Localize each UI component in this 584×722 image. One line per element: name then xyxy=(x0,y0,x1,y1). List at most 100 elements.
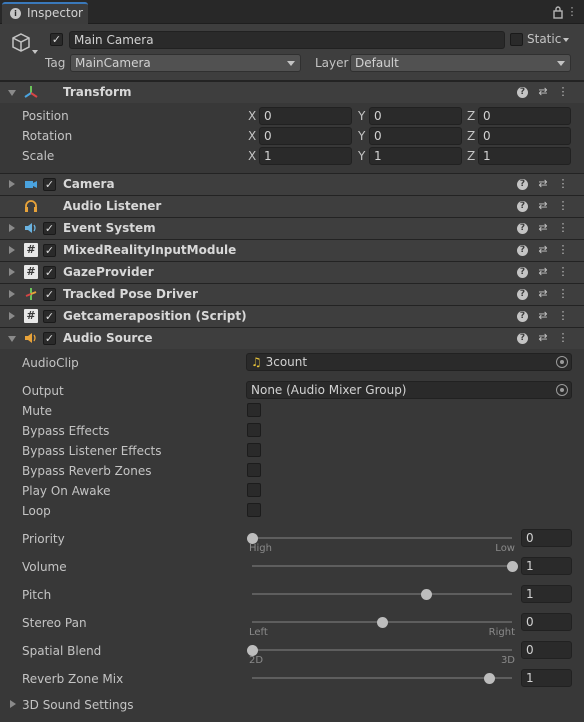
component-enabled-checkbox[interactable]: ✓ xyxy=(43,244,56,257)
priority-value-field[interactable]: 0 xyxy=(521,529,572,547)
foldout-arrow-icon[interactable] xyxy=(9,268,15,276)
axis-x-label[interactable]: X xyxy=(248,109,256,123)
axis-y-label[interactable]: Y xyxy=(358,149,365,163)
gameobject-active-checkbox[interactable]: ✓ xyxy=(50,33,63,46)
position-x-field[interactable]: 0 xyxy=(259,107,352,125)
foldout-arrow-icon[interactable] xyxy=(10,700,16,708)
static-checkbox[interactable] xyxy=(510,33,523,46)
axis-x-label[interactable]: X xyxy=(248,149,256,163)
settings-sliders-icon[interactable]: ⇄ xyxy=(536,331,550,345)
axis-y-label[interactable]: Y xyxy=(358,129,365,143)
component-getcameraposition[interactable]: # ✓ Getcameraposition (Script) ? ⇄ ⋮ xyxy=(0,305,584,327)
foldout-arrow-icon[interactable] xyxy=(8,90,16,96)
volume-slider-track[interactable] xyxy=(252,565,512,567)
more-menu-icon[interactable]: ⋮ xyxy=(556,287,570,301)
output-field[interactable]: None (Audio Mixer Group) xyxy=(246,381,572,399)
stereo-pan-value-field[interactable]: 0 xyxy=(521,613,572,631)
audioclip-field[interactable]: ♫ 3count xyxy=(246,353,572,371)
icon-dropdown-arrow[interactable] xyxy=(32,50,38,54)
component-audio-listener[interactable]: Audio Listener ? ⇄ ⋮ xyxy=(0,195,584,217)
help-icon[interactable]: ? xyxy=(517,333,528,344)
volume-value-field[interactable]: 1 xyxy=(521,557,572,575)
mute-checkbox[interactable] xyxy=(247,403,261,417)
scale-x-field[interactable]: 1 xyxy=(259,147,352,165)
settings-sliders-icon[interactable]: ⇄ xyxy=(536,287,550,301)
stereo-pan-slider-thumb[interactable] xyxy=(377,617,388,628)
bypass-listener-effects-checkbox[interactable] xyxy=(247,443,261,457)
settings-sliders-icon[interactable]: ⇄ xyxy=(536,243,550,257)
transform-header[interactable]: Transform ? ⇄ ⋮ xyxy=(0,81,584,103)
pitch-slider-thumb[interactable] xyxy=(421,589,432,600)
more-menu-icon[interactable]: ⋮ xyxy=(556,243,570,257)
object-picker-icon[interactable] xyxy=(556,356,568,368)
foldout-arrow-icon[interactable] xyxy=(9,180,15,188)
component-enabled-checkbox[interactable]: ✓ xyxy=(43,266,56,279)
position-y-field[interactable]: 0 xyxy=(369,107,462,125)
rotation-x-field[interactable]: 0 xyxy=(259,127,352,145)
reverb-zone-mix-slider-thumb[interactable] xyxy=(484,673,495,684)
more-menu-icon[interactable]: ⋮ xyxy=(556,309,570,323)
position-z-field[interactable]: 0 xyxy=(478,107,571,125)
3d-sound-settings-foldout[interactable]: 3D Sound Settings xyxy=(22,698,134,712)
component-enabled-checkbox[interactable]: ✓ xyxy=(43,288,56,301)
foldout-arrow-icon[interactable] xyxy=(9,224,15,232)
more-menu-icon[interactable]: ⋮ xyxy=(566,5,578,19)
help-icon[interactable]: ? xyxy=(517,267,528,278)
axis-x-label[interactable]: X xyxy=(248,129,256,143)
pitch-value-field[interactable]: 1 xyxy=(521,585,572,603)
axis-z-label[interactable]: Z xyxy=(467,109,475,123)
tab-inspector[interactable]: i Inspector xyxy=(2,2,88,24)
help-icon[interactable]: ? xyxy=(517,245,528,256)
lock-icon[interactable] xyxy=(552,5,564,19)
settings-sliders-icon[interactable]: ⇄ xyxy=(536,85,550,99)
foldout-arrow-icon[interactable] xyxy=(8,336,16,342)
priority-slider-track[interactable] xyxy=(252,537,512,539)
axis-z-label[interactable]: Z xyxy=(467,129,475,143)
component-enabled-checkbox[interactable]: ✓ xyxy=(43,332,56,345)
scale-y-field[interactable]: 1 xyxy=(369,147,462,165)
help-icon[interactable]: ? xyxy=(517,289,528,300)
static-label[interactable]: Static xyxy=(527,32,561,46)
reverb-zone-mix-value-field[interactable]: 1 xyxy=(521,669,572,687)
static-dropdown-arrow[interactable] xyxy=(563,38,569,42)
foldout-arrow-icon[interactable] xyxy=(9,246,15,254)
axis-z-label[interactable]: Z xyxy=(467,149,475,163)
pitch-slider-track[interactable] xyxy=(252,593,512,595)
more-menu-icon[interactable]: ⋮ xyxy=(556,177,570,191)
object-picker-icon[interactable] xyxy=(556,384,568,396)
loop-checkbox[interactable] xyxy=(247,503,261,517)
bypass-effects-checkbox[interactable] xyxy=(247,423,261,437)
gameobject-icon[interactable] xyxy=(10,32,32,54)
component-audio-source[interactable]: ✓ Audio Source ? ⇄ ⋮ xyxy=(0,327,584,349)
more-menu-icon[interactable]: ⋮ xyxy=(556,85,570,99)
component-enabled-checkbox[interactable]: ✓ xyxy=(43,178,56,191)
foldout-arrow-icon[interactable] xyxy=(9,312,15,320)
component-enabled-checkbox[interactable]: ✓ xyxy=(43,310,56,323)
gameobject-name-field[interactable]: Main Camera xyxy=(69,31,505,49)
help-icon[interactable]: ? xyxy=(517,223,528,234)
component-camera[interactable]: ✓ Camera ? ⇄ ⋮ xyxy=(0,173,584,195)
foldout-arrow-icon[interactable] xyxy=(9,290,15,298)
help-icon[interactable]: ? xyxy=(517,311,528,322)
settings-sliders-icon[interactable]: ⇄ xyxy=(536,177,550,191)
help-icon[interactable]: ? xyxy=(517,87,528,98)
scale-z-field[interactable]: 1 xyxy=(478,147,571,165)
component-event-system[interactable]: ✓ Event System ? ⇄ ⋮ xyxy=(0,217,584,239)
spatial-blend-value-field[interactable]: 0 xyxy=(521,641,572,659)
help-icon[interactable]: ? xyxy=(517,179,528,190)
component-mixed-reality-input-module[interactable]: # ✓ MixedRealityInputModule ? ⇄ ⋮ xyxy=(0,239,584,261)
rotation-y-field[interactable]: 0 xyxy=(369,127,462,145)
axis-y-label[interactable]: Y xyxy=(358,109,365,123)
reverb-zone-mix-slider-track[interactable] xyxy=(252,677,512,679)
help-icon[interactable]: ? xyxy=(517,201,528,212)
more-menu-icon[interactable]: ⋮ xyxy=(556,265,570,279)
play-on-awake-checkbox[interactable] xyxy=(247,483,261,497)
settings-sliders-icon[interactable]: ⇄ xyxy=(536,309,550,323)
more-menu-icon[interactable]: ⋮ xyxy=(556,331,570,345)
layer-dropdown[interactable]: Default xyxy=(350,54,571,72)
settings-sliders-icon[interactable]: ⇄ xyxy=(536,221,550,235)
spatial-blend-slider-track[interactable] xyxy=(252,649,512,651)
bypass-reverb-zones-checkbox[interactable] xyxy=(247,463,261,477)
settings-sliders-icon[interactable]: ⇄ xyxy=(536,265,550,279)
component-enabled-checkbox[interactable]: ✓ xyxy=(43,222,56,235)
